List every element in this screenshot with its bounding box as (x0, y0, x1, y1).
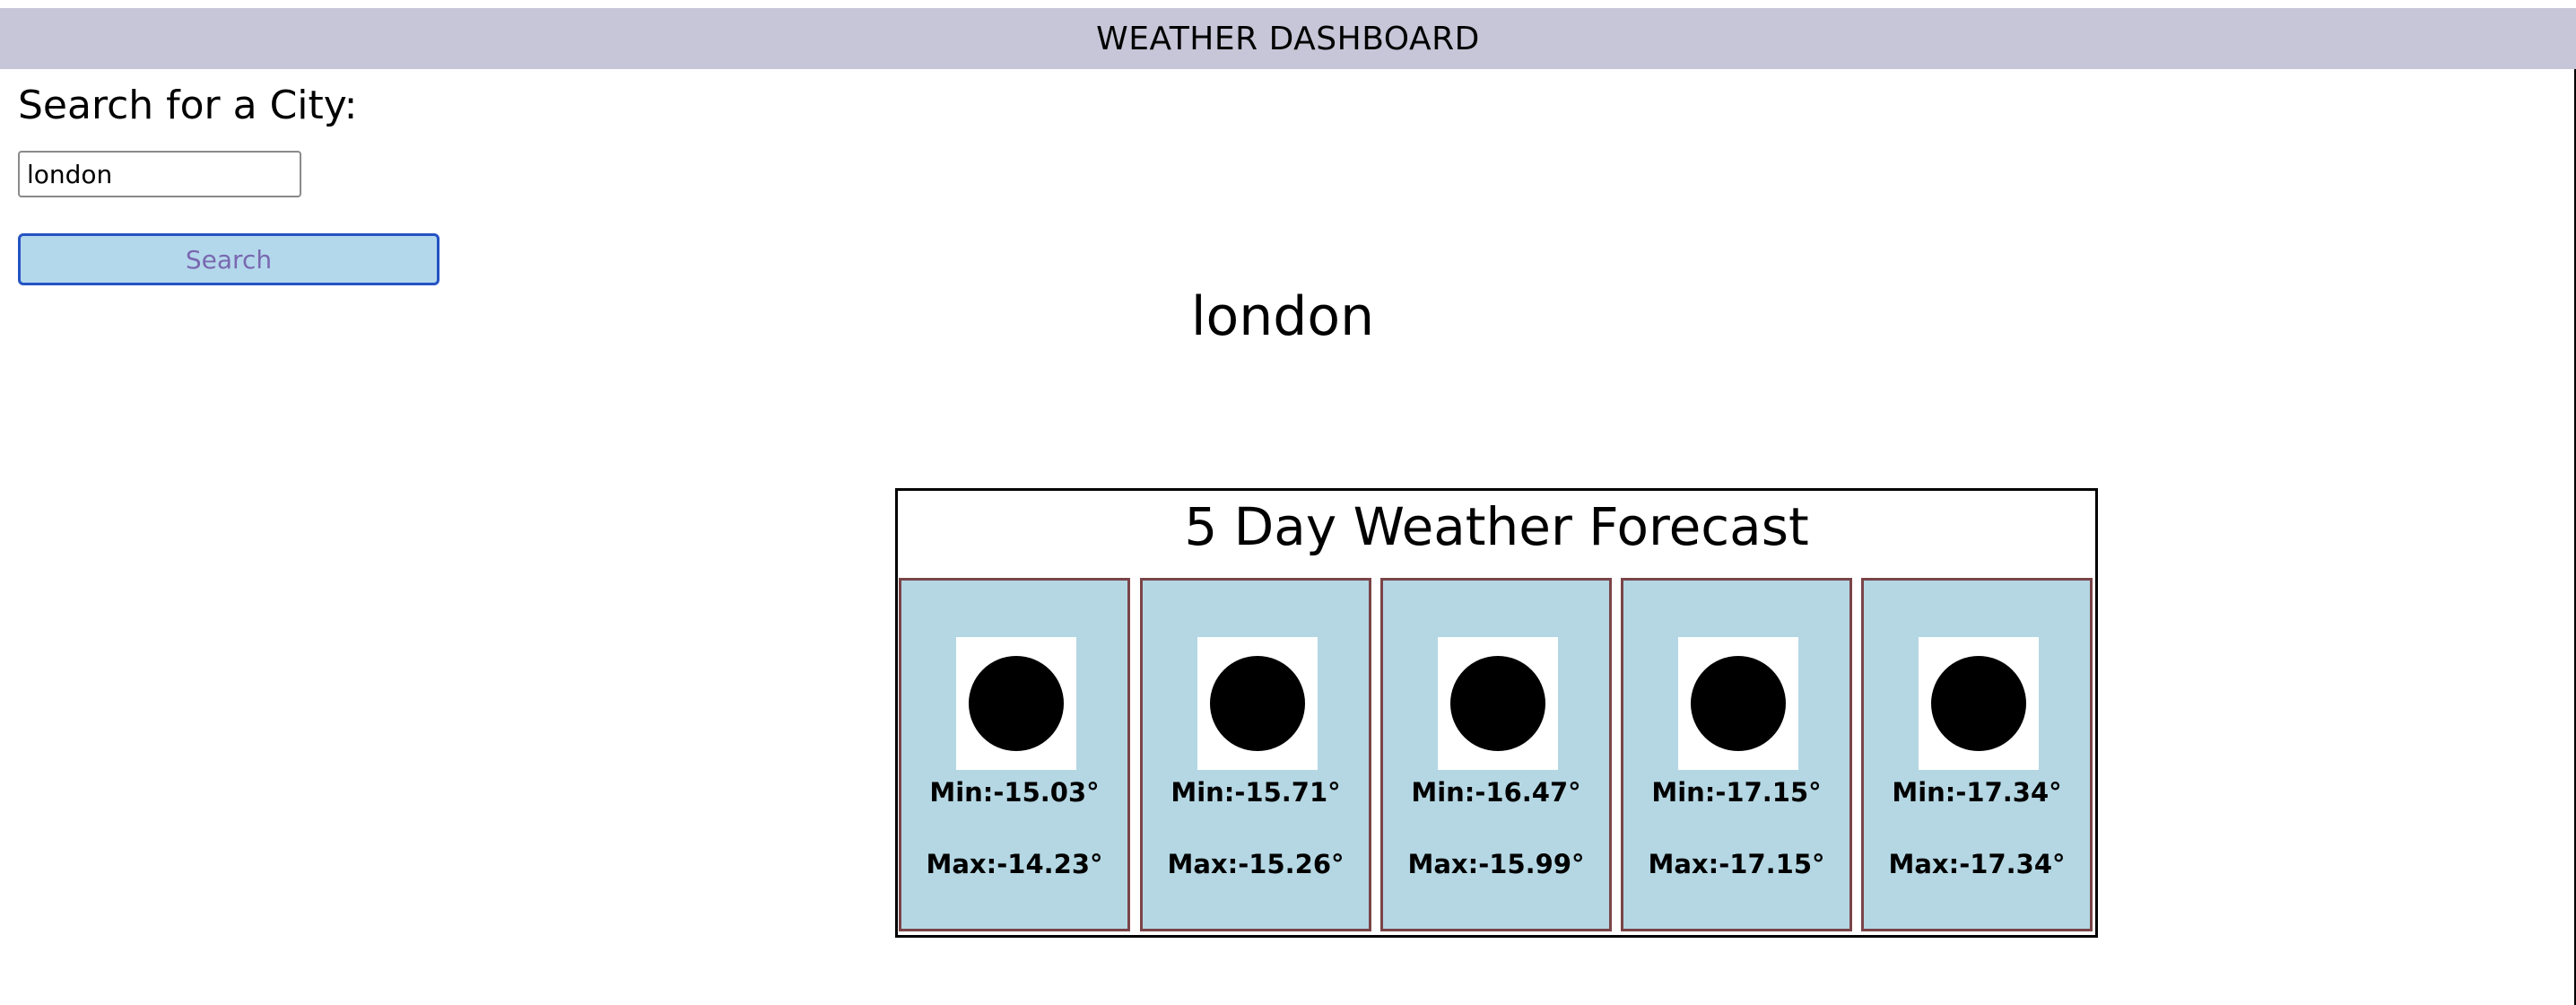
weather-icon-frame (1438, 637, 1558, 770)
min-temperature: Min:-15.71° (1171, 777, 1341, 808)
forecast-panel: 5 Day Weather Forecast Min:-15.03° Max:-… (895, 488, 2098, 938)
max-temperature: Max:-14.23° (926, 849, 1103, 879)
weather-icon (1210, 656, 1305, 751)
min-temperature: Min:-17.34° (1892, 777, 2062, 808)
forecast-day-card: Min:-17.34° Max:-17.34° (1861, 578, 2093, 931)
forecast-title: 5 Day Weather Forecast (1184, 496, 1809, 557)
weather-icon-frame (1919, 637, 2039, 770)
max-temperature: Max:-15.26° (1167, 849, 1345, 879)
weather-icon (1931, 656, 2026, 751)
forecast-day-card: Min:-15.71° Max:-15.26° (1140, 578, 1371, 931)
app-title: WEATHER DASHBOARD (1096, 20, 1480, 57)
city-search-input[interactable] (18, 151, 301, 197)
forecast-day-card: Min:-17.15° Max:-17.15° (1621, 578, 1852, 931)
city-name-heading: london (1190, 285, 1375, 348)
max-temperature: Max:-17.15° (1648, 849, 1825, 879)
max-temperature: Max:-17.34° (1888, 849, 2066, 879)
forecast-day-card: Min:-16.47° Max:-15.99° (1380, 578, 1612, 931)
weather-icon (1691, 656, 1786, 751)
weather-icon-frame (1197, 637, 1318, 770)
max-temperature: Max:-15.99° (1407, 849, 1585, 879)
forecast-day-card: Min:-15.03° Max:-14.23° (899, 578, 1130, 931)
weather-icon-frame (1678, 637, 1798, 770)
weather-icon (969, 656, 1064, 751)
weather-icon-frame (956, 637, 1076, 770)
weather-icon (1450, 656, 1545, 751)
min-temperature: Min:-17.15° (1651, 777, 1822, 808)
search-heading: Search for a City: (18, 83, 358, 128)
header-bar: WEATHER DASHBOARD (0, 8, 2576, 69)
page: WEATHER DASHBOARD Search for a City: Sea… (0, 0, 2576, 1005)
min-temperature: Min:-15.03° (929, 777, 1100, 808)
min-temperature: Min:-16.47° (1411, 777, 1581, 808)
search-button[interactable]: Search (18, 233, 439, 285)
